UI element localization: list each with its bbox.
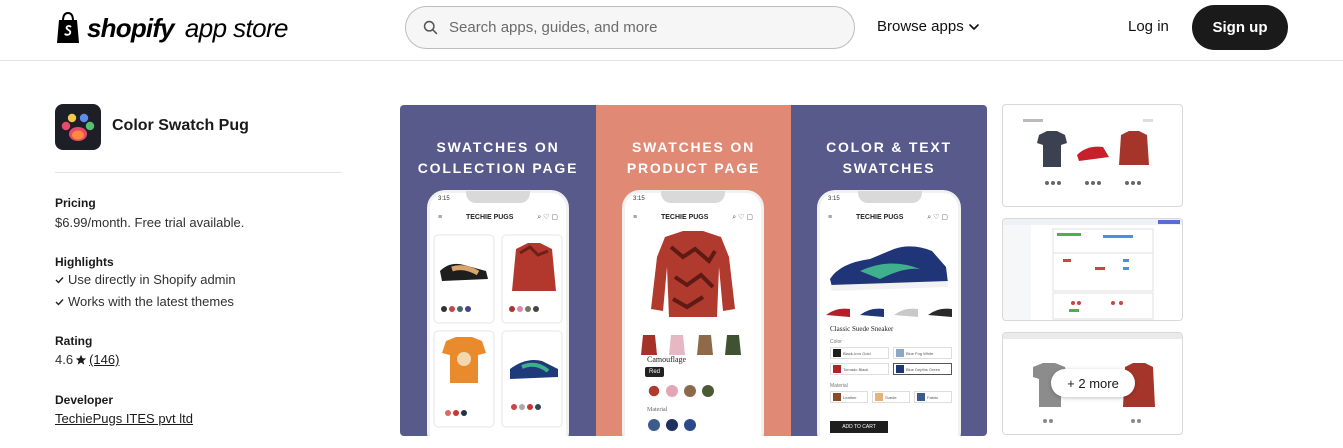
- material-label: Material: [647, 407, 668, 413]
- login-link[interactable]: Log in: [1128, 18, 1169, 35]
- panel-title: SWATCHES ON COLLECTION PAGE: [417, 139, 579, 176]
- panel-title: COLOR & TEXT SWATCHES: [826, 139, 952, 176]
- screenshot-thumbnail[interactable]: [1002, 218, 1183, 321]
- search-icon: [423, 20, 438, 35]
- panel-title: SWATCHES ON PRODUCT PAGE: [626, 139, 761, 176]
- checkmark-icon: [55, 276, 64, 284]
- material-option-row: Leather Suede Fabric: [830, 391, 952, 403]
- pricing-value: $6.99/month. Free trial available.: [55, 215, 245, 230]
- color-option: Blue Fog White: [893, 347, 952, 359]
- rating-label: Rating: [55, 334, 93, 348]
- more-screenshots-button[interactable]: + 2 more: [1051, 369, 1135, 397]
- color-option: Tornado Black: [830, 363, 889, 375]
- thumbnail-image: [1023, 119, 1153, 185]
- color-swatches: [647, 384, 714, 398]
- phone-brand: TECHIE PUGS: [855, 213, 904, 221]
- app-name: Color Swatch Pug: [112, 117, 249, 134]
- collection-grid-image: [433, 234, 563, 428]
- rating-row: 4.6 (146): [55, 352, 119, 367]
- phone-time: 3:15: [438, 196, 450, 202]
- phone-mockup: 3:15 ≡ TECHIE PUGS ⌕ ♡ ▢ Camouflage Red: [622, 190, 764, 436]
- pricing-label: Pricing: [55, 196, 96, 210]
- phone-brand: TECHIE PUGS: [660, 213, 709, 221]
- hero-panel-text-swatches: COLOR & TEXT SWATCHES 3:15 ≡ TECHIE PUGS…: [791, 105, 987, 436]
- cart-icon: ⌕ ♡ ▢: [537, 213, 558, 221]
- highlight-item: Works with the latest themes: [55, 294, 234, 309]
- color-option-selected: Blue Depths Green: [893, 363, 952, 375]
- phone-time: 3:15: [633, 196, 645, 202]
- rating-value: 4.6: [55, 352, 74, 367]
- variant-thumbnails: [641, 335, 741, 355]
- signup-button[interactable]: Sign up: [1192, 5, 1288, 50]
- thumbnail-image: [1003, 219, 1182, 320]
- material-option: Fabric: [914, 391, 952, 403]
- color-option-grid: Black-Iron Gold Blue Fog White Tornado B…: [830, 347, 952, 375]
- sneaker-variant-thumbnails: [826, 308, 952, 317]
- material-option: Suede: [872, 391, 910, 403]
- search-bar[interactable]: [405, 6, 855, 49]
- highlight-text: Use directly in Shopify admin: [68, 272, 236, 287]
- paw-swatch-icon: [61, 113, 95, 141]
- add-to-cart-mock-button: ADD TO CART: [830, 421, 888, 433]
- phone-time: 3:15: [828, 196, 840, 202]
- logo-brand-text: shopify: [87, 12, 175, 43]
- material-option: Leather: [830, 391, 868, 403]
- search-input[interactable]: [449, 19, 829, 36]
- screenshot-thumbnail[interactable]: + 2 more: [1002, 332, 1183, 435]
- jacket-product-image: [651, 231, 735, 317]
- chevron-down-icon: [968, 23, 979, 30]
- browse-apps-label: Browse apps: [877, 18, 964, 35]
- shopify-bag-icon: [57, 12, 79, 43]
- highlights-label: Highlights: [55, 255, 114, 269]
- shopify-app-store-logo[interactable]: shopify app store: [55, 12, 288, 44]
- review-count-link[interactable]: (146): [89, 352, 119, 367]
- hero-panel-collection: SWATCHES ON COLLECTION PAGE 3:15 ≡ TECHI…: [400, 105, 596, 436]
- menu-icon: ≡: [633, 213, 638, 221]
- checkmark-icon: [55, 298, 64, 306]
- selected-swatch-tooltip: Red: [645, 367, 665, 377]
- menu-icon: ≡: [828, 213, 833, 221]
- phone-nav: ≡ TECHIE PUGS ⌕ ♡ ▢: [438, 211, 558, 223]
- menu-icon: ≡: [438, 213, 443, 221]
- sneaker-product-image: [830, 246, 948, 291]
- color-option: Black-Iron Gold: [830, 347, 889, 359]
- cart-icon: ⌕ ♡ ▢: [732, 213, 753, 221]
- star-icon: [75, 354, 87, 365]
- phone-nav: ≡ TECHIE PUGS ⌕ ♡ ▢: [633, 211, 753, 223]
- browse-apps-menu[interactable]: Browse apps: [877, 18, 979, 35]
- shoe-title: Classic Suede Sneaker: [830, 325, 894, 333]
- cart-icon: ⌕ ♡ ▢: [927, 213, 948, 221]
- highlight-item: Use directly in Shopify admin: [55, 272, 236, 287]
- color-option-label: Color: [830, 339, 842, 345]
- developer-label: Developer: [55, 393, 114, 407]
- material-option-label: Material: [830, 383, 848, 389]
- phone-brand: TECHIE PUGS: [465, 213, 514, 221]
- swatch-group-label: Camouflage: [647, 355, 687, 364]
- hero-panel-product: SWATCHES ON PRODUCT PAGE 3:15 ≡ TECHIE P…: [596, 105, 791, 436]
- material-swatches: [648, 419, 696, 431]
- phone-mockup: 3:15 ≡ TECHIE PUGS ⌕ ♡ ▢: [427, 190, 569, 436]
- phone-nav: ≡ TECHIE PUGS ⌕ ♡ ▢: [828, 211, 948, 223]
- divider: [55, 172, 341, 173]
- developer-link[interactable]: TechiePugs ITES pvt ltd: [55, 411, 193, 426]
- app-icon: [55, 104, 101, 150]
- phone-mockup: 3:15 ≡ TECHIE PUGS ⌕ ♡ ▢ Classic Suede S…: [817, 190, 961, 436]
- top-header: shopify app store Browse apps Log in Sig…: [0, 0, 1343, 61]
- logo-suffix-text: app store: [184, 12, 289, 43]
- screenshot-thumbnail[interactable]: [1002, 104, 1183, 207]
- hero-screenshot[interactable]: SWATCHES ON COLLECTION PAGE 3:15 ≡ TECHI…: [400, 105, 987, 436]
- highlight-text: Works with the latest themes: [68, 294, 234, 309]
